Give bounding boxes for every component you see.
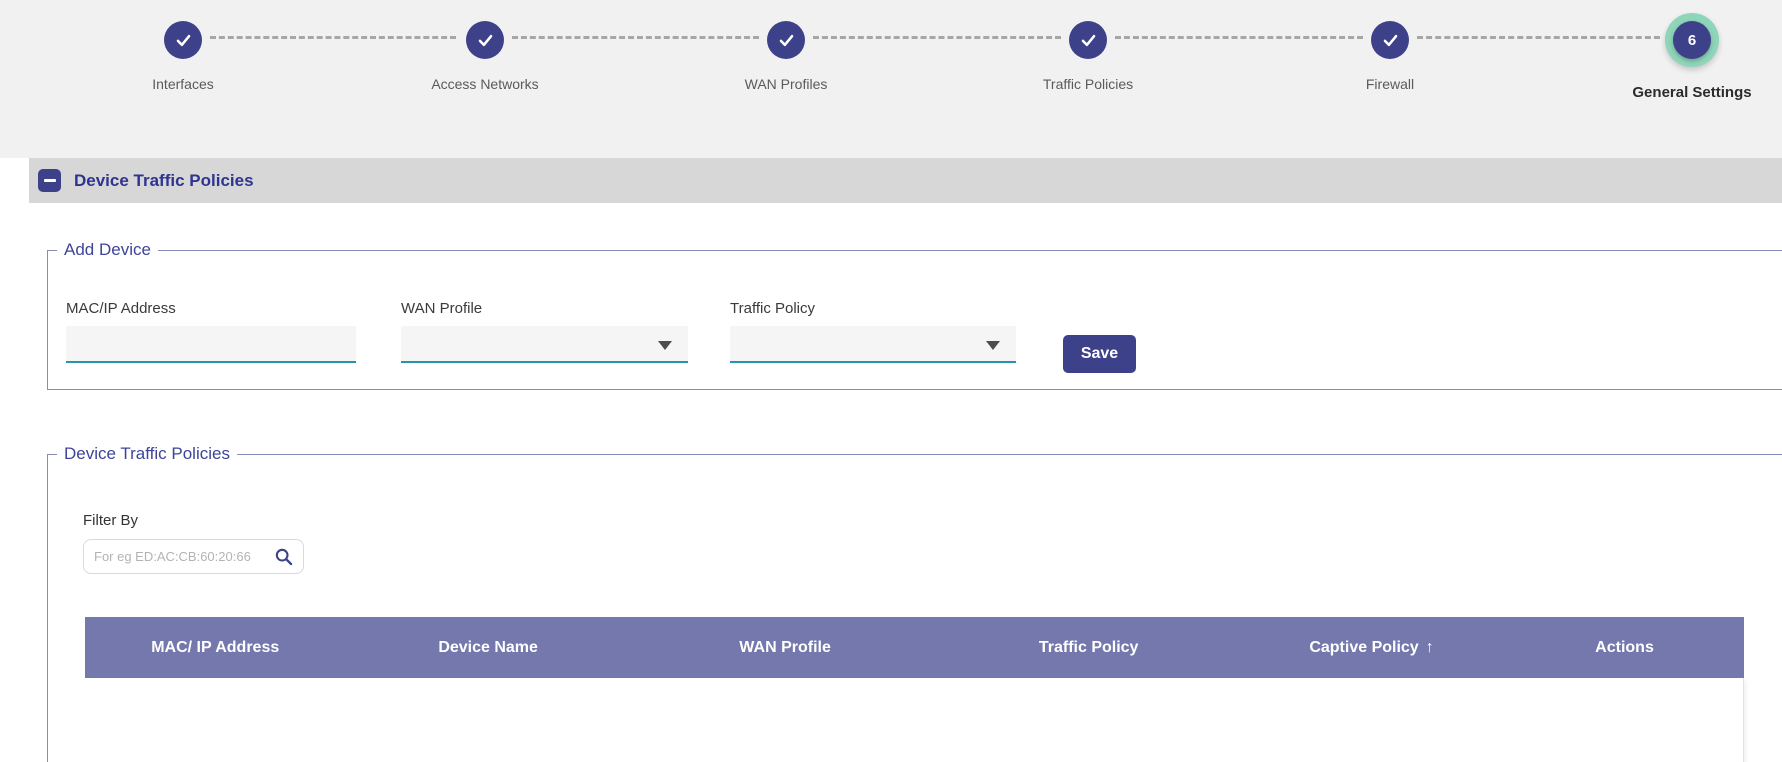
column-header-captive-policy-label: Captive Policy bbox=[1309, 639, 1418, 657]
step-wan-profiles-circle[interactable] bbox=[767, 21, 805, 59]
step-label-interfaces[interactable]: Interfaces bbox=[73, 76, 293, 92]
step-number-badge: 6 bbox=[1673, 21, 1711, 59]
stepper-connector bbox=[210, 36, 456, 39]
add-device-panel: Add Device MAC/IP Address WAN Profile Tr… bbox=[47, 240, 1782, 390]
step-general-settings-circle[interactable]: 6 bbox=[1665, 13, 1719, 67]
table-body-empty bbox=[85, 678, 1744, 762]
table-header-row: MAC/ IP Address Device Name WAN Profile … bbox=[85, 617, 1744, 678]
collapse-section-button[interactable] bbox=[38, 169, 61, 192]
column-header-actions[interactable]: Actions bbox=[1505, 617, 1744, 678]
save-button[interactable]: Save bbox=[1063, 335, 1136, 373]
step-label-access-networks[interactable]: Access Networks bbox=[375, 76, 595, 92]
mac-ip-field-group: MAC/IP Address bbox=[66, 300, 356, 363]
stepper-connector bbox=[512, 36, 759, 39]
sort-ascending-icon: ↑ bbox=[1426, 639, 1434, 657]
add-device-legend: Add Device bbox=[57, 240, 158, 260]
step-label-traffic-policies[interactable]: Traffic Policies bbox=[978, 76, 1198, 92]
section-header-bar: Device Traffic Policies bbox=[29, 158, 1782, 203]
device-policies-table: MAC/ IP Address Device Name WAN Profile … bbox=[85, 617, 1744, 762]
step-firewall-circle[interactable] bbox=[1371, 21, 1409, 59]
check-icon bbox=[476, 31, 495, 50]
check-icon bbox=[777, 31, 796, 50]
check-icon bbox=[174, 31, 193, 50]
stepper-connector bbox=[1417, 36, 1660, 39]
step-traffic-policies-circle[interactable] bbox=[1069, 21, 1107, 59]
chevron-down-icon bbox=[986, 341, 1000, 350]
mac-ip-input[interactable] bbox=[66, 326, 356, 363]
traffic-policy-label: Traffic Policy bbox=[730, 300, 1016, 317]
filter-search-input[interactable] bbox=[94, 549, 270, 564]
column-header-traffic-policy[interactable]: Traffic Policy bbox=[939, 617, 1238, 678]
wan-profile-select[interactable] bbox=[401, 326, 688, 363]
filter-by-label: Filter By bbox=[83, 512, 138, 529]
device-traffic-policies-legend: Device Traffic Policies bbox=[57, 444, 237, 464]
column-header-wan-profile[interactable]: WAN Profile bbox=[631, 617, 940, 678]
wan-profile-field-group: WAN Profile bbox=[401, 300, 688, 363]
mac-ip-label: MAC/IP Address bbox=[66, 300, 356, 317]
minus-icon bbox=[44, 179, 56, 182]
step-label-wan-profiles[interactable]: WAN Profiles bbox=[676, 76, 896, 92]
traffic-policy-select[interactable] bbox=[730, 326, 1016, 363]
wan-profile-label: WAN Profile bbox=[401, 300, 688, 317]
check-icon bbox=[1079, 31, 1098, 50]
filter-search-box bbox=[83, 539, 304, 574]
section-title: Device Traffic Policies bbox=[74, 158, 254, 203]
step-interfaces-circle[interactable] bbox=[164, 21, 202, 59]
check-icon bbox=[1381, 31, 1400, 50]
chevron-down-icon bbox=[658, 341, 672, 350]
device-traffic-policies-panel: Device Traffic Policies Filter By MAC/ I… bbox=[47, 444, 1782, 762]
wizard-stepper: 6 Interfaces Access Networks WAN Profile… bbox=[0, 0, 1782, 158]
stepper-connector bbox=[813, 36, 1061, 39]
step-label-firewall[interactable]: Firewall bbox=[1280, 76, 1500, 92]
step-access-networks-circle[interactable] bbox=[466, 21, 504, 59]
traffic-policy-field-group: Traffic Policy bbox=[730, 300, 1016, 363]
column-header-captive-policy[interactable]: Captive Policy ↑ bbox=[1238, 617, 1505, 678]
column-header-mac-ip[interactable]: MAC/ IP Address bbox=[85, 617, 345, 678]
column-header-device-name[interactable]: Device Name bbox=[345, 617, 630, 678]
step-label-general-settings[interactable]: General Settings bbox=[1582, 84, 1782, 101]
stepper-connector bbox=[1115, 36, 1363, 39]
search-icon[interactable] bbox=[274, 547, 293, 566]
